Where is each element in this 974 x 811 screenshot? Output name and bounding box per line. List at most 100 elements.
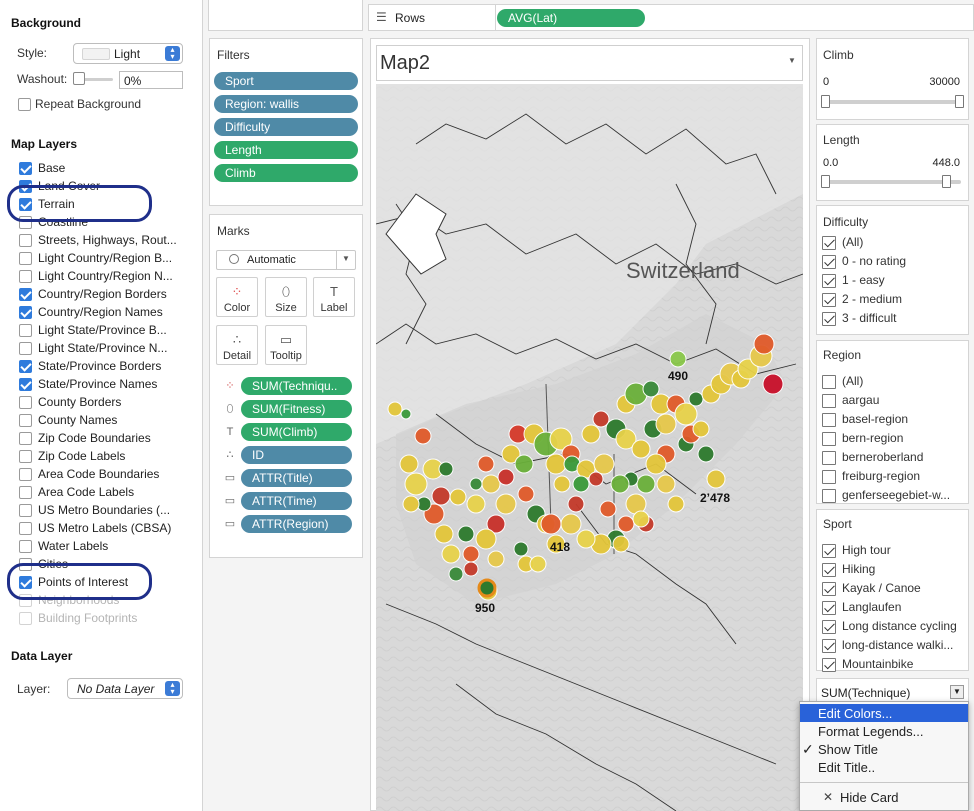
layer-checkbox-building-footprints[interactable] — [19, 612, 32, 625]
map-point[interactable] — [688, 391, 704, 407]
region-item-checkbox[interactable] — [822, 394, 836, 408]
map-point[interactable] — [517, 485, 535, 503]
map-point[interactable] — [431, 486, 451, 506]
map-point[interactable] — [497, 468, 515, 486]
length-max-handle[interactable] — [942, 175, 951, 188]
map-point[interactable] — [457, 525, 475, 543]
marks-size-button[interactable]: ⬯ Size — [265, 277, 307, 317]
marks-detail-button[interactable]: ∴ Detail — [216, 325, 258, 365]
map-point[interactable] — [387, 401, 403, 417]
map-point[interactable] — [402, 495, 420, 513]
sport-item-checkbox[interactable] — [822, 658, 836, 672]
layer-checkbox-us-metro-boundaries[interactable] — [19, 504, 32, 517]
data-layer-select[interactable]: No Data Layer ▴ ▾ — [67, 678, 183, 699]
map-point[interactable] — [593, 453, 615, 475]
style-select[interactable]: Light ▴ ▾ — [73, 43, 183, 64]
length-min-handle[interactable] — [821, 175, 830, 188]
map-point[interactable] — [610, 474, 630, 494]
menu-item-show-title[interactable]: Show Title — [818, 742, 878, 757]
map-point[interactable] — [466, 494, 486, 514]
map-point[interactable] — [404, 472, 428, 496]
rows-shelf[interactable]: ☰ Rows — [368, 4, 974, 31]
map-point[interactable] — [599, 500, 617, 518]
map-point[interactable] — [617, 515, 635, 533]
map-point[interactable] — [399, 454, 419, 474]
map-point[interactable] — [487, 550, 505, 568]
map-point[interactable] — [400, 408, 412, 420]
region-item-checkbox[interactable] — [822, 432, 836, 446]
layer-checkbox-state-province-names[interactable] — [19, 378, 32, 391]
map-point[interactable] — [514, 454, 534, 474]
difficulty-item-checkbox[interactable] — [822, 255, 836, 269]
sport-item-checkbox[interactable] — [822, 639, 836, 653]
layer-checkbox-country-region-names[interactable] — [19, 306, 32, 319]
map-point[interactable] — [631, 439, 651, 459]
mark-field-pill[interactable]: SUM(Techniqu.. — [241, 377, 352, 395]
map-point[interactable] — [513, 541, 529, 557]
map-point[interactable] — [762, 373, 784, 395]
filter-pill-length[interactable]: Length — [214, 141, 358, 159]
layer-checkbox-county-names[interactable] — [19, 414, 32, 427]
map-point[interactable] — [612, 535, 630, 553]
map-point[interactable] — [669, 350, 687, 368]
sport-item-checkbox[interactable] — [822, 601, 836, 615]
region-item-checkbox[interactable] — [822, 451, 836, 465]
layer-checkbox-water-labels[interactable] — [19, 540, 32, 553]
difficulty-item-checkbox[interactable] — [822, 274, 836, 288]
map-point[interactable] — [645, 453, 667, 475]
rows-pill-avg-lat[interactable]: AVG(Lat) — [497, 9, 645, 27]
layer-checkbox-us-metro-labels-cbsa[interactable] — [19, 522, 32, 535]
region-item-checkbox[interactable] — [822, 413, 836, 427]
region-item-checkbox[interactable] — [822, 375, 836, 389]
filter-pill-difficulty[interactable]: Difficulty — [214, 118, 358, 136]
map-point[interactable] — [449, 488, 467, 506]
marks-color-button[interactable]: ⁘ Color — [216, 277, 258, 317]
map-point[interactable] — [656, 474, 676, 494]
map-point[interactable] — [448, 566, 464, 582]
map-point[interactable] — [706, 469, 726, 489]
map-point[interactable] — [553, 475, 571, 493]
layer-checkbox-zip-code-labels[interactable] — [19, 450, 32, 463]
filter-pill-climb[interactable]: Climb — [214, 164, 358, 182]
menu-item-edit-colors[interactable]: Edit Colors... — [818, 706, 892, 721]
map-point[interactable] — [667, 495, 685, 513]
layer-checkbox-light-state-province-b[interactable] — [19, 324, 32, 337]
map-point[interactable] — [588, 471, 604, 487]
map-point[interactable] — [581, 424, 601, 444]
climb-max-handle[interactable] — [955, 95, 964, 108]
map-point[interactable] — [481, 474, 501, 494]
mark-field-pill[interactable]: SUM(Fitness) — [241, 400, 352, 418]
menu-item-format-legends[interactable]: Format Legends... — [818, 724, 924, 739]
layer-checkbox-zip-code-boundaries[interactable] — [19, 432, 32, 445]
length-range-slider[interactable] — [825, 180, 961, 184]
map-point[interactable] — [674, 402, 698, 426]
repeat-background-checkbox[interactable] — [18, 98, 31, 111]
climb-min-handle[interactable] — [821, 95, 830, 108]
map-point[interactable] — [567, 495, 585, 513]
mark-field-pill[interactable]: ATTR(Time) — [241, 492, 352, 510]
marks-label-button[interactable]: T Label — [313, 277, 355, 317]
mark-field-pill[interactable]: SUM(Climb) — [241, 423, 352, 441]
washout-input[interactable]: 0% — [119, 71, 183, 89]
map-point[interactable] — [697, 445, 715, 463]
map-point[interactable] — [632, 510, 650, 528]
map-point[interactable] — [540, 513, 562, 535]
map-point[interactable] — [592, 410, 610, 428]
layer-checkbox-streets-highways-rout[interactable] — [19, 234, 32, 247]
filter-pill-region-wallis[interactable]: Region: wallis — [214, 95, 358, 113]
difficulty-item-checkbox[interactable] — [822, 293, 836, 307]
region-item-checkbox[interactable] — [822, 489, 836, 503]
view-title-bar[interactable]: Map2 ▼ — [376, 45, 803, 81]
menu-item-hide-card[interactable]: Hide Card — [840, 790, 899, 805]
region-item-checkbox[interactable] — [822, 470, 836, 484]
map-point[interactable] — [438, 461, 454, 477]
mark-type-dropdown[interactable]: Automatic ▼ — [216, 250, 356, 270]
map-point[interactable] — [545, 453, 567, 475]
layer-checkbox-light-state-province-n[interactable] — [19, 342, 32, 355]
washout-slider-handle[interactable] — [73, 72, 85, 85]
map-point[interactable] — [636, 474, 656, 494]
map-point[interactable] — [462, 545, 480, 563]
mark-field-pill[interactable]: ID — [241, 446, 352, 464]
sport-item-checkbox[interactable] — [822, 620, 836, 634]
map-point[interactable] — [576, 529, 596, 549]
